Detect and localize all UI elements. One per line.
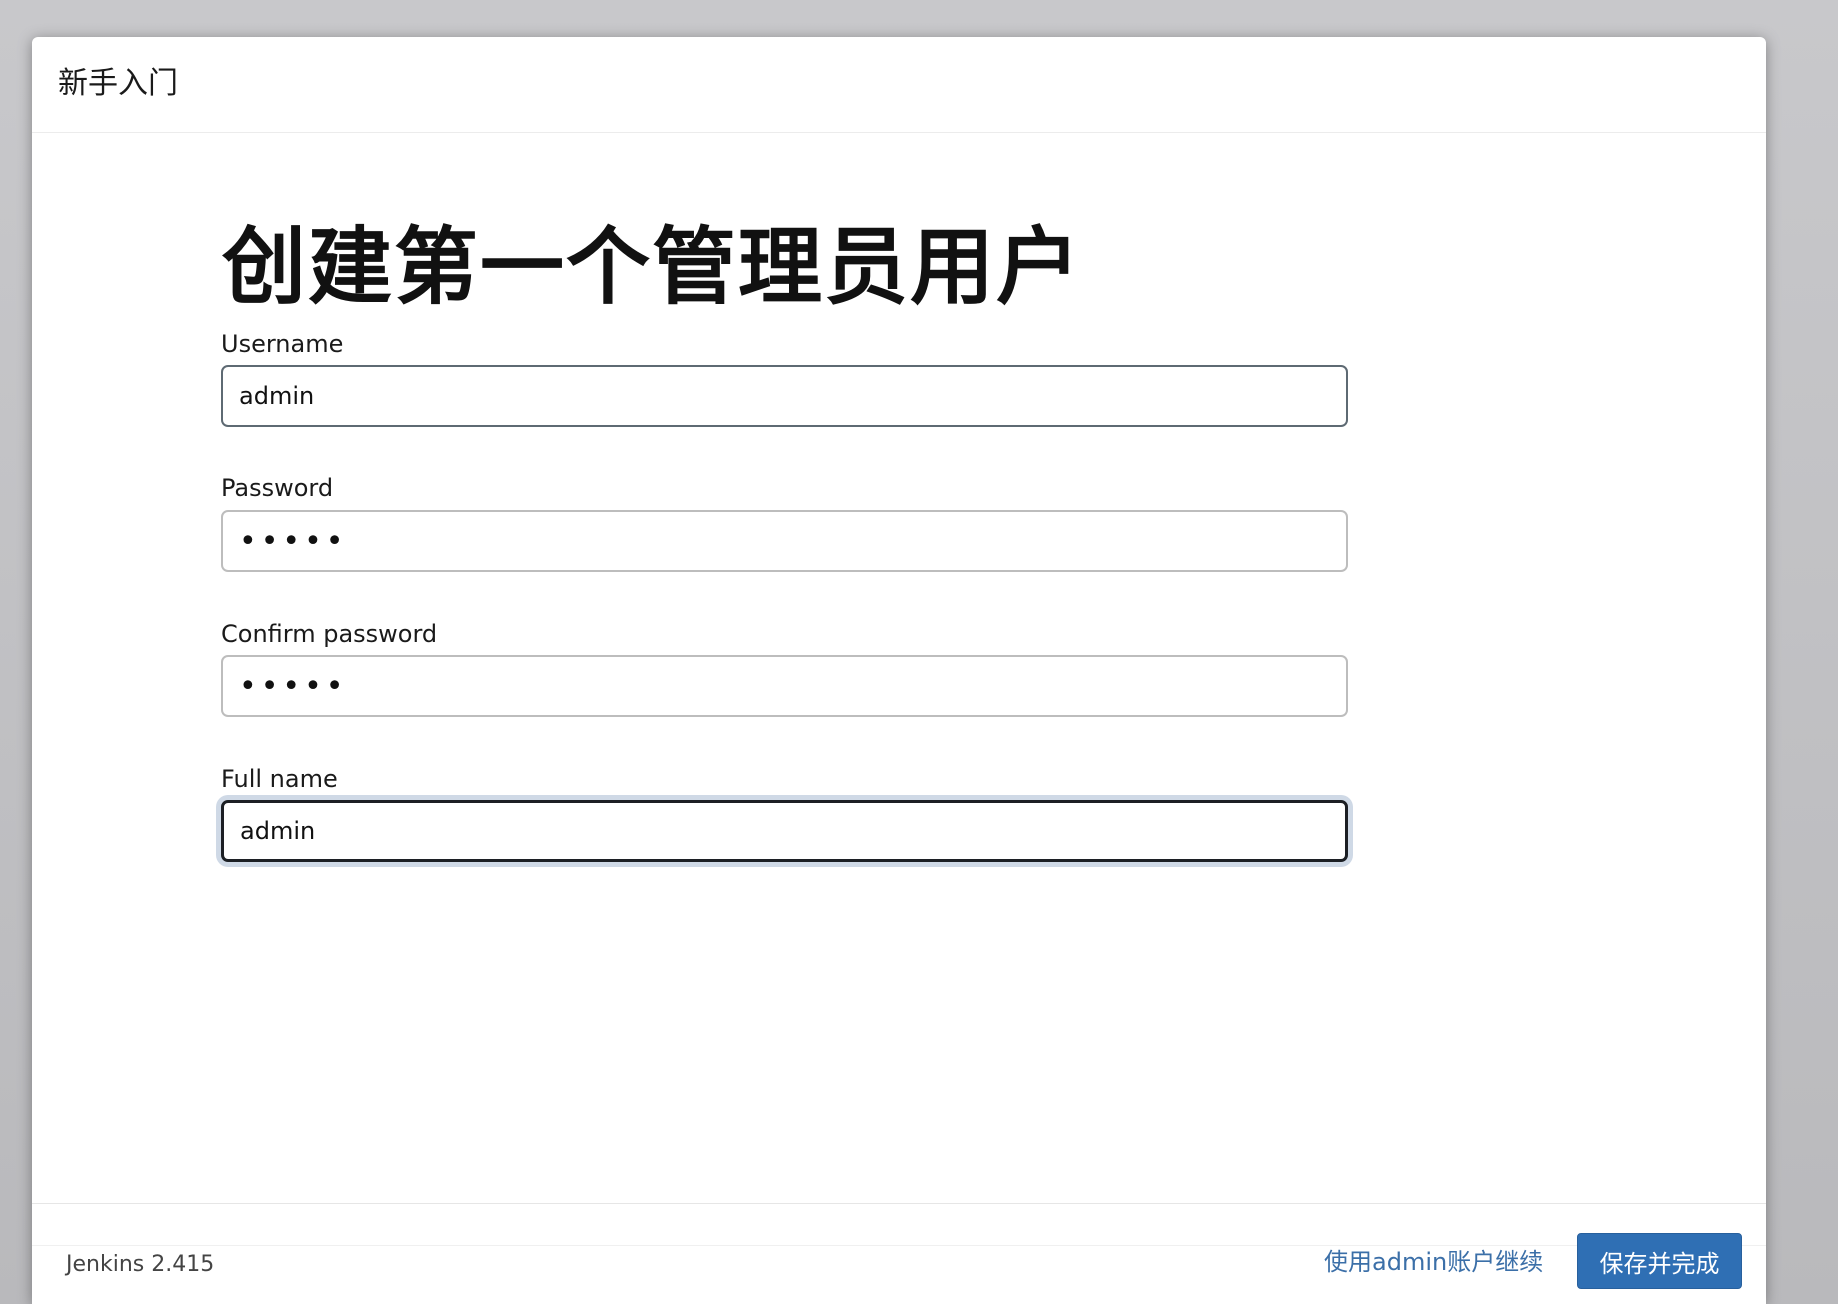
create-admin-form: 创建第一个管理员用户 Username Password Confirm pas… xyxy=(32,133,1766,1203)
full-name-input[interactable] xyxy=(221,800,1348,862)
full-name-label: Full name xyxy=(221,765,338,793)
footer-divider xyxy=(32,1203,1766,1204)
password-label: Password xyxy=(221,474,334,502)
password-input[interactable] xyxy=(221,510,1348,572)
footer-divider-secondary xyxy=(32,1245,1766,1246)
page-heading: 创建第一个管理员用户 xyxy=(222,218,1083,316)
jenkins-version: Jenkins 2.415 xyxy=(66,1252,215,1277)
setup-wizard-dialog: 新手入门 创建第一个管理员用户 Username Password Confir… xyxy=(32,37,1766,1304)
confirm-password-label: Confirm password xyxy=(221,620,438,648)
continue-as-admin-link[interactable]: 使用admin账户继续 xyxy=(1324,1250,1543,1274)
username-label: Username xyxy=(221,330,344,358)
confirm-password-input[interactable] xyxy=(221,655,1348,717)
dialog-header: 新手入门 xyxy=(32,37,1766,133)
dialog-title: 新手入门 xyxy=(58,66,178,101)
save-and-finish-button[interactable]: 保存并完成 xyxy=(1577,1233,1742,1289)
username-input[interactable] xyxy=(221,365,1348,427)
